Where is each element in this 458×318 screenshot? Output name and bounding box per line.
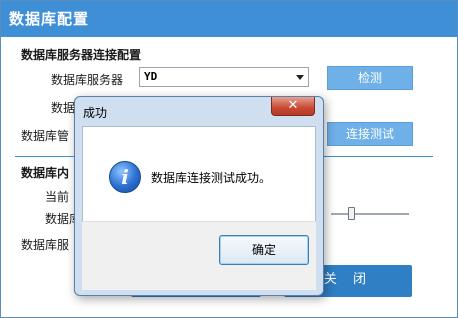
success-dialog: 成功 ✕ i 数据库连接测试成功。 确定	[74, 96, 324, 296]
test-connection-button[interactable]: 连接测试	[327, 122, 413, 146]
server-section-heading: 数据库服务器连接配置	[21, 48, 142, 62]
db-server-label: 数据库服	[21, 238, 70, 252]
dialog-message: 数据库连接测试成功。	[151, 171, 272, 185]
dialog-title: 成功	[83, 106, 108, 120]
info-icon: i	[109, 161, 141, 193]
row2-label: 数据	[51, 101, 76, 115]
ok-button[interactable]: 确定	[219, 235, 309, 265]
slider-thumb[interactable]	[348, 207, 355, 220]
window-title: 数据库配置	[1, 1, 457, 37]
db-section-heading: 数据库内	[21, 166, 70, 180]
current-label: 当前	[45, 190, 70, 204]
server-select-value: YD	[144, 70, 158, 83]
detect-button[interactable]: 检测	[327, 66, 413, 90]
chevron-down-icon[interactable]	[296, 75, 304, 80]
slider-track[interactable]	[331, 213, 409, 215]
server-label: 数据库服务器	[51, 73, 124, 87]
close-icon[interactable]: ✕	[271, 97, 315, 116]
server-select[interactable]: YD	[139, 67, 309, 87]
admin-label: 数据库管	[21, 129, 70, 143]
